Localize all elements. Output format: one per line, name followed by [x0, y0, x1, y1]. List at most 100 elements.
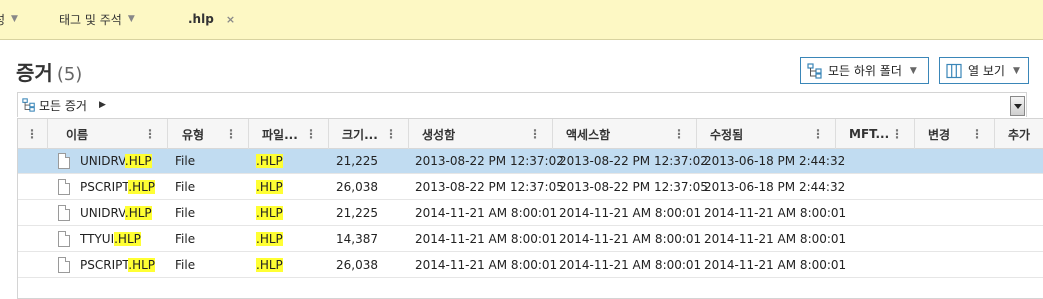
- cell-size: 21,225: [336, 206, 378, 220]
- evidence-table: ⋮ 이름 ⋮ 유형 ⋮ 파일... ⋮ 크기... ⋮ 생성함 ⋮ 액세스함 ⋮ 수정됨 ⋮ …: [17, 118, 1043, 299]
- drag-handle-icon[interactable]: ⋮: [305, 127, 317, 141]
- cell-type: File: [175, 206, 196, 220]
- drag-handle-icon[interactable]: ⋮: [891, 127, 903, 141]
- cell-modified: 2014-11-21 AM 8:00:01: [704, 258, 847, 272]
- cell-created: 2013-08-22 PM 12:37:05: [415, 180, 564, 194]
- drag-handle-icon[interactable]: ⋮: [529, 127, 541, 141]
- column-header-added[interactable]: 추가: [995, 119, 1043, 149]
- search-match: .HLP: [256, 180, 283, 194]
- cell-size: 14,387: [336, 232, 378, 246]
- cell-created: 2014-11-21 AM 8:00:01: [415, 232, 558, 246]
- column-label: 액세스함: [566, 127, 611, 142]
- search-match: .HLP: [128, 180, 156, 194]
- column-header-created[interactable]: 생성함 ⋮: [409, 119, 553, 149]
- column-header-file-ext[interactable]: 파일... ⋮: [249, 119, 329, 149]
- column-label: 이름: [66, 127, 89, 142]
- column-header-changed[interactable]: 변경 ⋮: [915, 119, 995, 149]
- file-name: UNIDRV: [80, 154, 125, 168]
- column-label: 수정됨: [710, 127, 744, 142]
- page-title: 증거 (5): [16, 57, 82, 86]
- chevron-right-icon[interactable]: ▶: [99, 100, 106, 110]
- cell-type: File: [175, 154, 196, 168]
- chevron-down-icon: ▼: [1012, 65, 1020, 76]
- column-view-label: 열 보기: [968, 64, 1005, 78]
- file-icon: [58, 205, 70, 221]
- page-title-text: 증거: [16, 61, 53, 85]
- chevron-down-icon[interactable]: ▼: [11, 14, 18, 24]
- cell-created: 2014-11-21 AM 8:00:01: [415, 258, 558, 272]
- chevron-down-icon: [1014, 104, 1022, 109]
- breadcrumb: 모든 증거 ▶: [17, 92, 1027, 117]
- cell-ext: .HLP: [256, 175, 283, 199]
- table-row[interactable]: PSCRIPT.HLP File .HLP 26,038 2014-11-21 …: [18, 253, 1043, 278]
- cell-size: 21,225: [336, 154, 378, 168]
- search-match: .HLP: [128, 258, 156, 272]
- column-label: 유형: [182, 127, 205, 142]
- cell-modified: 2013-06-18 PM 2:44:32: [704, 154, 846, 168]
- table-row[interactable]: TTYUI.HLP File .HLP 14,387 2014-11-21 AM…: [18, 227, 1043, 252]
- file-name: PSCRIPT: [80, 180, 129, 194]
- cell-accessed: 2013-08-22 PM 12:37:02: [559, 154, 708, 168]
- column-label: 크기...: [342, 127, 378, 142]
- tab-label: 성: [0, 11, 5, 28]
- drag-handle-icon[interactable]: ⋮: [673, 127, 685, 141]
- column-handle[interactable]: ⋮: [18, 119, 48, 149]
- close-icon[interactable]: ×: [226, 13, 235, 26]
- column-label: 변경: [928, 127, 951, 142]
- drag-handle-icon[interactable]: ⋮: [26, 127, 38, 141]
- cell-created: 2013-08-22 PM 12:37:02: [415, 154, 564, 168]
- column-header-modified[interactable]: 수정됨 ⋮: [697, 119, 836, 149]
- cell-modified: 2014-11-21 AM 8:00:01: [704, 232, 847, 246]
- drag-handle-icon[interactable]: ⋮: [812, 127, 824, 141]
- column-view-button[interactable]: 열 보기 ▼: [939, 57, 1029, 84]
- cell-accessed: 2014-11-21 AM 8:00:01: [559, 258, 702, 272]
- cell-ext: .HLP: [256, 149, 283, 173]
- column-header-mft[interactable]: MFT... ⋮: [836, 119, 915, 149]
- tab-label: 태그 및 주석: [59, 12, 122, 27]
- file-icon: [58, 153, 70, 169]
- drag-handle-icon[interactable]: ⋮: [144, 127, 156, 141]
- chevron-down-icon[interactable]: ▼: [128, 14, 135, 24]
- folder-tree-icon: [807, 62, 823, 79]
- all-subfolders-button[interactable]: 모든 하위 폴더 ▼: [800, 57, 929, 84]
- column-label: MFT...: [849, 127, 890, 141]
- cell-ext: .HLP: [256, 227, 283, 251]
- breadcrumb-dropdown-button[interactable]: [1010, 96, 1025, 116]
- search-match: .HLP: [256, 258, 283, 272]
- cell-modified: 2013-06-18 PM 2:44:32: [704, 180, 846, 194]
- tab-tags-comments[interactable]: 태그 및 주석 ▼: [59, 0, 135, 38]
- search-match: .HLP: [114, 232, 141, 246]
- cell-ext: .HLP: [256, 201, 283, 225]
- cell-size: 26,038: [336, 180, 378, 194]
- cell-type: File: [175, 232, 196, 246]
- breadcrumb-item-all-evidence[interactable]: 모든 증거: [39, 97, 87, 114]
- file-name: PSCRIPT: [80, 258, 129, 272]
- cell-created: 2014-11-21 AM 8:00:01: [415, 206, 558, 220]
- drag-handle-icon[interactable]: ⋮: [225, 127, 237, 141]
- column-label: 추가: [1008, 127, 1031, 142]
- all-subfolders-label: 모든 하위 폴더: [828, 64, 902, 78]
- tab-hlp-search[interactable]: .hlp ×: [188, 0, 235, 38]
- column-header-name[interactable]: 이름 ⋮: [48, 119, 168, 149]
- search-match: .HLP: [256, 154, 283, 168]
- search-match: .HLP: [124, 206, 152, 220]
- cell-name: PSCRIPT.HLP: [80, 253, 156, 277]
- drag-handle-icon[interactable]: ⋮: [971, 127, 983, 141]
- column-header-size[interactable]: 크기... ⋮: [329, 119, 409, 149]
- file-name: UNIDRV: [80, 206, 125, 220]
- cell-type: File: [175, 258, 196, 272]
- file-icon: [58, 257, 70, 273]
- cell-type: File: [175, 180, 196, 194]
- tab-bar: 성 ▼ 태그 및 주석 ▼ .hlp ×: [0, 0, 1043, 40]
- file-name: TTYUI: [80, 232, 115, 246]
- search-match: .HLP: [256, 206, 283, 220]
- column-label: 생성함: [422, 127, 456, 142]
- table-row[interactable]: PSCRIPT.HLP File .HLP 26,038 2013-08-22 …: [18, 175, 1043, 200]
- table-row[interactable]: UNIDRV.HLP File .HLP 21,225 2013-08-22 P…: [18, 149, 1043, 174]
- drag-handle-icon[interactable]: ⋮: [385, 127, 397, 141]
- item-count: (5): [56, 64, 83, 85]
- column-header-accessed[interactable]: 액세스함 ⋮: [553, 119, 697, 149]
- column-header-type[interactable]: 유형 ⋮: [168, 119, 249, 149]
- table-row[interactable]: UNIDRV.HLP File .HLP 21,225 2014-11-21 A…: [18, 201, 1043, 226]
- tab-previous[interactable]: 성 ▼: [0, 0, 18, 38]
